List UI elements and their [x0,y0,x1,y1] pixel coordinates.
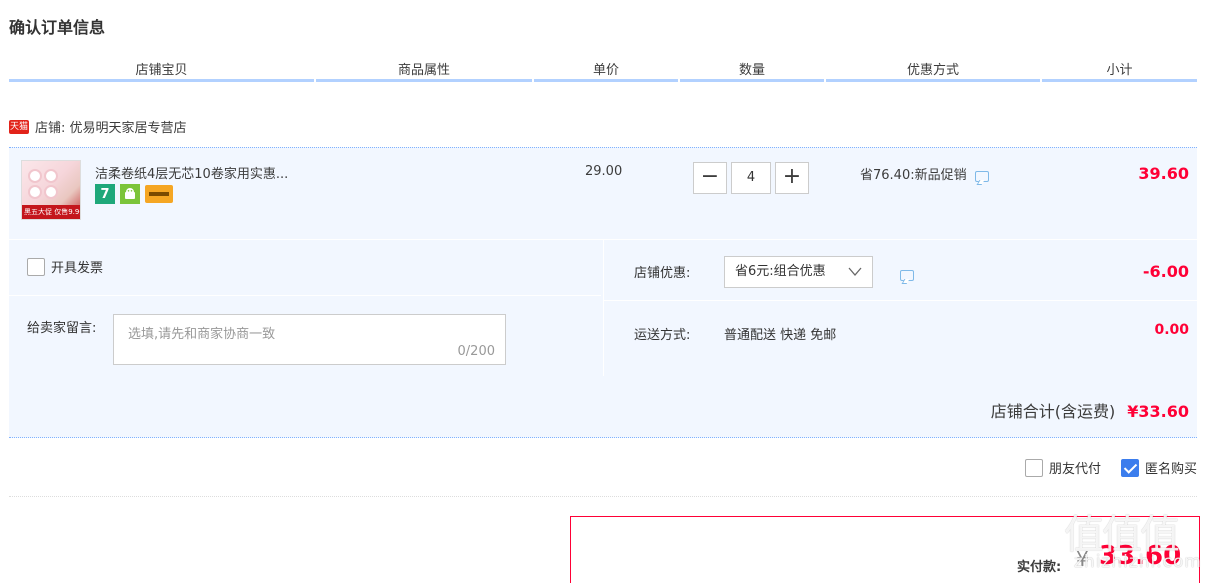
promo-text: 省76.40:新品促销 [860,168,967,183]
quantity-stepper: − 4 + [693,162,809,194]
shop-total-amount: ¥33.60 [1127,402,1189,421]
invoice-label: 开具发票 [51,261,104,276]
shop-line: 天猫 店铺: 优易明天家居专营店 [9,117,187,136]
mobile-order-icon [120,184,140,204]
message-placeholder: 选填,请先和商家协商一致 [128,327,276,342]
anonymous-label: 匿名购买 [1144,462,1197,477]
col-quantity: 数量 [680,60,824,82]
col-shop-items: 店铺宝贝 [9,60,314,82]
thumb-banner: 黑五大促 仅售9.9元 [22,205,80,219]
col-attributes: 商品属性 [316,60,532,82]
service-badges: 7 [95,184,173,204]
shop-discount-value: 省6元:组合优惠 [735,264,826,279]
col-unit-price: 单价 [534,60,678,82]
qty-plus-button[interactable]: + [775,162,809,194]
shop-total-label: 店铺合计(含运费) [990,402,1116,421]
payment-label: 实付款: [1017,560,1062,575]
invoice-option[interactable]: 开具发票 [27,257,103,276]
shipping-method: 普通配送 快递 免邮 [724,328,837,343]
invoice-checkbox[interactable] [27,257,45,276]
chat-bubble-icon[interactable] [974,171,989,182]
item-row: 黑五大促 仅售9.9元 洁柔卷纸4层无芯10卷家用实惠... 7 29.00 −… [9,147,1197,239]
product-title[interactable]: 洁柔卷纸4层无芯10卷家用实惠... [95,163,288,182]
seven-day-return-icon: 7 [95,184,115,204]
anonymous-option[interactable]: 匿名购买 [1120,458,1197,477]
divider [9,496,1197,497]
tmall-icon: 天猫 [9,119,29,134]
chat-bubble-icon[interactable] [900,270,914,281]
promo-info: 省76.40:新品促销 [860,164,989,183]
payment-summary: 实付款: ¥ 33.60 [570,516,1200,583]
friend-pay-option[interactable]: 朋友代付 [1024,458,1101,477]
chevron-down-icon [848,257,862,298]
shop-discount-label: 店铺优惠: [634,266,691,281]
shipping-amount: 0.00 [1154,322,1189,338]
payment-currency: ¥ [1076,547,1089,571]
seller-message-input[interactable]: 选填,请先和商家协商一致 0/200 [113,314,506,365]
message-char-count: 0/200 [457,344,495,359]
column-header: 店铺宝贝 商品属性 单价 数量 优惠方式 小计 [9,60,1197,86]
extra-options: 朋友代付 匿名购买 [1005,458,1197,477]
payment-amount: 33.60 [1099,541,1182,571]
credit-card-icon [145,185,173,203]
order-options: 开具发票 给卖家留言: 选填,请先和商家协商一致 0/200 店铺优惠: 省6元… [9,240,1198,438]
message-label: 给卖家留言: [27,321,97,336]
friend-pay-checkbox[interactable] [1024,458,1043,477]
unit-price: 29.00 [585,164,623,179]
qty-minus-button[interactable]: − [693,162,727,194]
shop-name[interactable]: 店铺: 优易明天家居专营店 [35,117,187,136]
page-title: 确认订单信息 [9,18,106,37]
shop-discount-select[interactable]: 省6元:组合优惠 [724,256,873,288]
item-subtotal: 39.60 [1138,164,1189,183]
col-discount: 优惠方式 [826,60,1040,82]
shop-discount-amount: -6.00 [1142,262,1189,281]
shop-total: 店铺合计(含运费) ¥33.60 [991,398,1189,422]
shipping-label: 运送方式: [634,328,691,343]
qty-input[interactable]: 4 [731,162,771,194]
product-thumbnail[interactable]: 黑五大促 仅售9.9元 [21,160,81,220]
anonymous-checkbox[interactable] [1120,458,1139,477]
friend-pay-label: 朋友代付 [1048,462,1101,477]
col-subtotal: 小计 [1042,60,1197,82]
